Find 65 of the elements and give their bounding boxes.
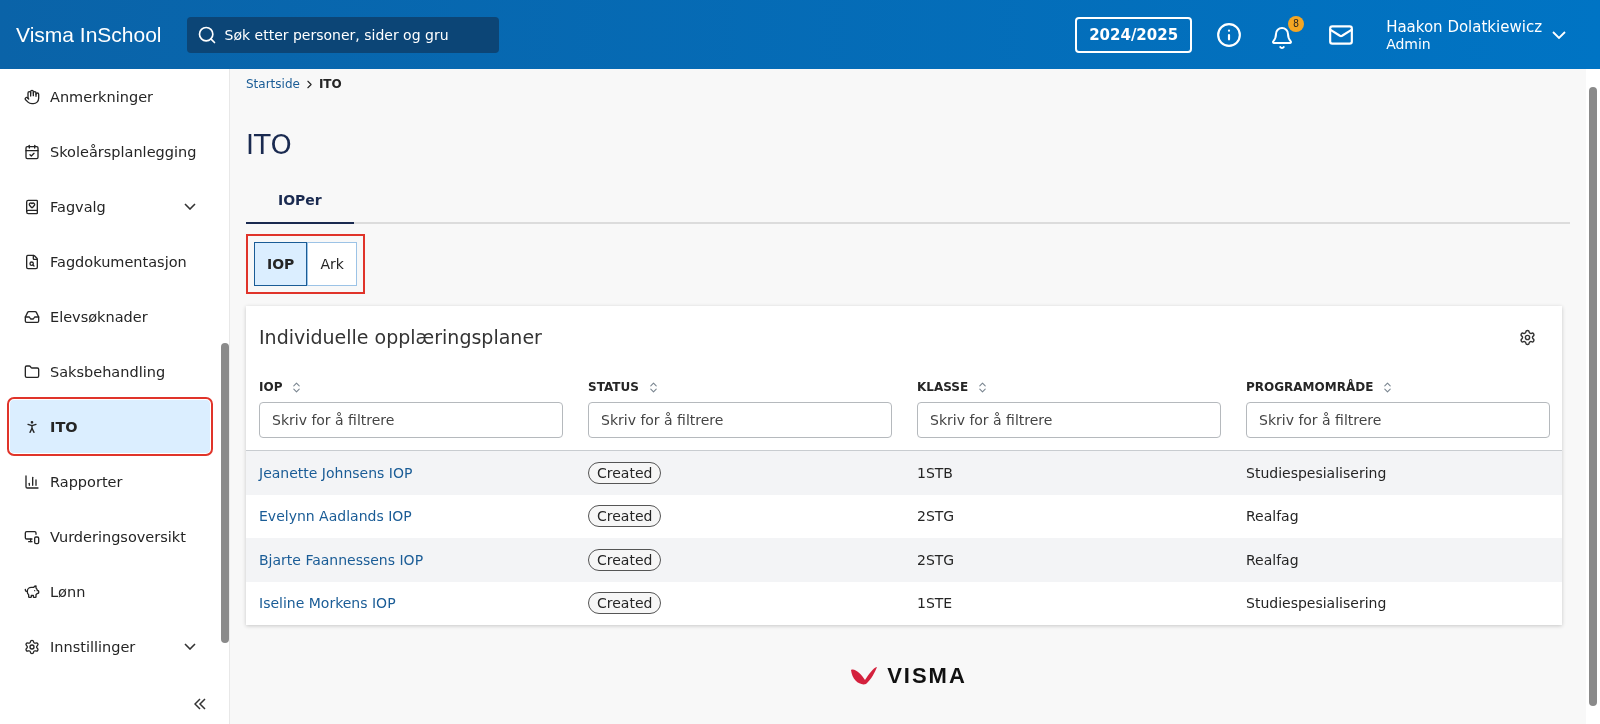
status-tag: Created (588, 505, 662, 528)
table-cell: 2STG (917, 551, 955, 568)
sidebar-item[interactable]: ITO (10, 400, 211, 453)
filter-input[interactable]: Skriv for å filtrere (1246, 402, 1550, 438)
search-icon (196, 24, 217, 45)
table-cell: 1STE (917, 595, 953, 612)
bar-chart-icon (24, 473, 40, 490)
sidebar-item[interactable]: Anmerkninger (10, 70, 211, 123)
document-icon (24, 253, 40, 270)
sidebar-item[interactable]: Lønn (10, 565, 211, 618)
iop-link[interactable]: Iseline Morkens IOP (259, 595, 396, 612)
status-tag: Created (588, 461, 662, 484)
logo-icon (849, 666, 880, 686)
inbox-icon (24, 308, 40, 325)
page-title: ITO (246, 129, 293, 160)
school-year-button[interactable]: 2024/2025 (1075, 16, 1193, 53)
hand-icon (24, 88, 40, 105)
table-cell: Realfag (1246, 508, 1299, 525)
table-cell: 2STG (917, 508, 955, 525)
piggy-bank-icon (24, 583, 40, 600)
view-toggle-option[interactable]: IOP (254, 242, 308, 286)
chevron-down-icon (1552, 30, 1566, 39)
iop-link[interactable]: Evelynn Aadlands IOP (259, 508, 412, 525)
iop-link[interactable]: Jeanette Johnsens IOP (259, 464, 413, 481)
tab[interactable]: IOPer (246, 182, 354, 224)
filter-input[interactable]: Skriv for å filtrere (588, 402, 892, 438)
table-cell: Realfag (1246, 551, 1299, 568)
monitor-icon (24, 528, 40, 545)
sidebar-item[interactable]: Saksbehandling (10, 345, 211, 398)
book-icon (24, 198, 40, 215)
sidebar-item[interactable]: Fagdokumentasjon (10, 235, 211, 288)
breadcrumb-current: ITO (318, 77, 342, 91)
sidebar-item[interactable]: Elevsøknader (10, 290, 211, 343)
double-chevron-left-icon (194, 698, 207, 710)
user-menu-button[interactable]: Haakon Dolatkiewicz Admin (1378, 17, 1584, 52)
column-header[interactable]: IOP (259, 380, 304, 394)
sidebar-item[interactable]: Fagvalg (10, 180, 211, 233)
table-cell: 1STB (917, 464, 953, 481)
status-tag: Created (588, 548, 662, 571)
breadcrumb-link[interactable]: Startside (246, 77, 300, 91)
iop-link[interactable]: Bjarte Faannessens IOP (259, 551, 424, 568)
app-name: Visma InSchool (16, 22, 162, 47)
visma-logo-text: VISMA (887, 663, 967, 689)
column-header[interactable]: PROGRAMOMRÅDE (1246, 380, 1395, 394)
person-icon (24, 418, 40, 435)
sidebar-item[interactable]: Skoleårsplanlegging (10, 125, 211, 178)
column-header[interactable]: KLASSE (917, 380, 990, 394)
notification-count: 8 (1288, 15, 1305, 32)
sidebar-item[interactable]: Innstillinger (10, 620, 211, 673)
filter-input[interactable]: Skriv for å filtrere (259, 402, 563, 438)
column-header[interactable]: STATUS (588, 380, 660, 394)
sidebar-item[interactable]: Rapporter (10, 455, 211, 508)
calendar-icon (24, 143, 40, 160)
bell-icon (1270, 25, 1295, 50)
folder-icon (24, 363, 40, 380)
table-cell: Studiespesialisering (1246, 464, 1387, 481)
settings-icon (24, 638, 40, 655)
view-toggle-option[interactable]: Ark (307, 242, 357, 286)
notifications-button[interactable]: 8 (1266, 15, 1305, 54)
table-cell: Studiespesialisering (1246, 595, 1387, 612)
status-tag: Created (588, 592, 662, 615)
card-title: Individuelle opplæringsplaner (259, 326, 542, 348)
search-field[interactable]: Søk etter personer, sider og gru (186, 16, 499, 53)
sidebar-item[interactable]: Vurderingsoversikt (10, 510, 211, 563)
filter-input[interactable]: Skriv for å filtrere (917, 402, 1221, 438)
